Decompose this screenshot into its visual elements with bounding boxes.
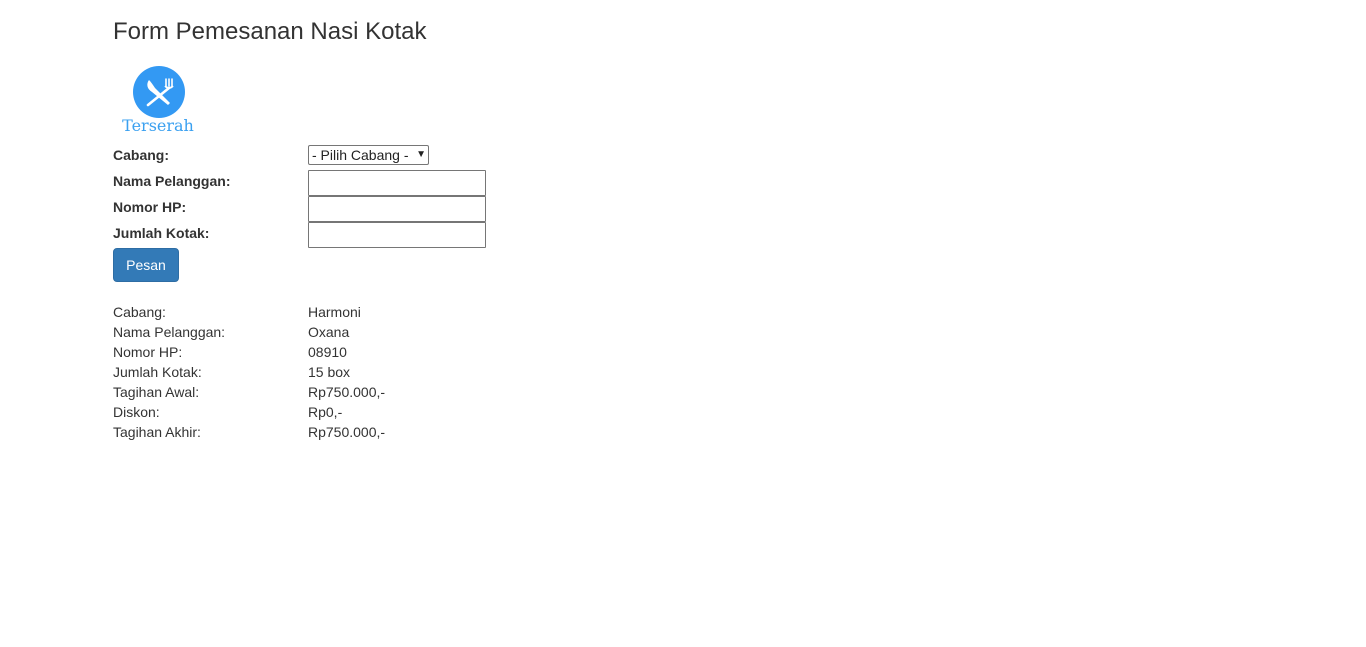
result-initial-bill-label: Tagihan Awal: bbox=[113, 384, 200, 400]
fork-knife-icon bbox=[133, 66, 185, 118]
branch-select-value: - Pilih Cabang - bbox=[312, 147, 409, 163]
result-customer-label: Nama Pelanggan: bbox=[113, 324, 226, 340]
logo-text: Terserah bbox=[122, 116, 194, 135]
customer-name-label: Nama Pelanggan: bbox=[113, 173, 231, 189]
result-initial-bill-value: Rp750.000,- bbox=[308, 384, 386, 400]
result-branch-value: Harmoni bbox=[308, 304, 361, 320]
order-button[interactable]: Pesan bbox=[113, 248, 179, 282]
order-form-page: Form Pemesanan Nasi Kotak Terserah Caban… bbox=[0, 0, 1366, 647]
branch-label: Cabang: bbox=[113, 147, 169, 163]
branch-select[interactable]: - Pilih Cabang - ▼ bbox=[308, 145, 429, 165]
phone-input[interactable] bbox=[308, 196, 486, 222]
result-final-bill-label: Tagihan Akhir: bbox=[113, 424, 201, 440]
result-phone-label: Nomor HP: bbox=[113, 344, 183, 360]
page-title: Form Pemesanan Nasi Kotak bbox=[113, 18, 427, 45]
phone-label: Nomor HP: bbox=[113, 199, 187, 215]
result-quantity-value: 15 box bbox=[308, 364, 351, 380]
customer-name-input[interactable] bbox=[308, 170, 486, 196]
result-discount-label: Diskon: bbox=[113, 404, 160, 420]
result-final-bill-value: Rp750.000,- bbox=[308, 424, 386, 440]
result-discount-value: Rp0,- bbox=[308, 404, 343, 420]
brand-logo: Terserah bbox=[119, 64, 199, 138]
result-quantity-label: Jumlah Kotak: bbox=[113, 364, 202, 380]
box-quantity-label: Jumlah Kotak: bbox=[113, 225, 210, 241]
box-quantity-input[interactable] bbox=[308, 222, 486, 248]
result-phone-value: 08910 bbox=[308, 344, 347, 360]
chevron-down-icon: ▼ bbox=[416, 149, 426, 160]
result-customer-value: Oxana bbox=[308, 324, 350, 340]
result-branch-label: Cabang: bbox=[113, 304, 166, 320]
